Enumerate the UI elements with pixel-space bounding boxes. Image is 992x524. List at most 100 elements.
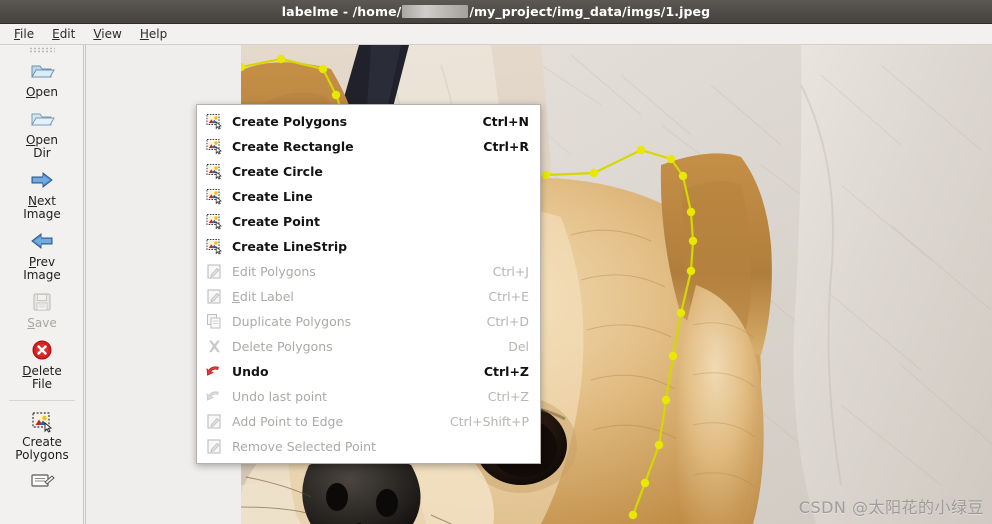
polygon-vertex[interactable] [318,64,328,74]
context-menu-shortcut: Ctrl+E [488,289,529,304]
menu-view[interactable]: View [85,25,129,44]
create-shape-icon [206,163,223,180]
context-menu-item-create-circle[interactable]: Create Circle [197,159,540,184]
arrow-left-icon [29,228,55,254]
polygon-vertex[interactable] [541,170,551,180]
context-menu-item-create-point[interactable]: Create Point [197,209,540,234]
context-menu-item-undo-last-point[interactable]: Undo last point Ctrl+Z [197,384,540,409]
create-shape-icon [206,238,223,255]
polygon-vertex[interactable] [628,510,638,520]
toolbar-label-save: Save [27,316,57,330]
context-menu-item-add-point-to-edge[interactable]: Add Point to Edge Ctrl+Shift+P [197,409,540,434]
polygon-vertex[interactable] [688,236,698,246]
toolbar-item-open[interactable]: Open [0,55,83,103]
menu-help[interactable]: Help [132,25,175,44]
context-menu-item-create-linestrip[interactable]: Create LineStrip [197,234,540,259]
context-menu-shortcut: Ctrl+R [483,139,529,154]
polygon-vertex[interactable] [636,145,646,155]
context-menu-shortcut: Ctrl+Z [487,389,529,404]
floppy-disk-icon [29,289,55,315]
toolbar-label-open: Open [25,85,59,99]
toolbar-item-delete-file[interactable]: Delete File [0,334,83,395]
context-menu-item-duplicate-polygons[interactable]: Duplicate Polygons Ctrl+D [197,309,540,334]
context-menu-item-create-polygons[interactable]: Create Polygons Ctrl+N [197,109,540,134]
context-menu-item-edit-polygons[interactable]: Edit Polygons Ctrl+J [197,259,540,284]
duplicate-icon [206,313,223,330]
context-menu-item-create-rectangle[interactable]: Create Rectangle Ctrl+R [197,134,540,159]
canvas-context-menu[interactable]: Create Polygons Ctrl+N Create Rectangle … [196,104,541,464]
polygon-vertex[interactable] [331,90,341,100]
context-menu-label: Create Point [232,214,320,229]
toolbar-item-create-polygons[interactable]: Create Polygons [0,405,83,466]
undo-arrow-icon [206,363,223,380]
create-shape-icon [206,188,223,205]
polygon-vertex[interactable] [678,171,688,181]
polygon-vertex[interactable] [686,266,696,276]
context-menu-label: Duplicate Polygons [232,314,352,329]
context-menu-label: Create LineStrip [232,239,348,254]
edit-pencil-icon [206,413,223,430]
toolbar-item-prev-image[interactable]: Prev Image [0,225,83,286]
delete-circle-icon [29,337,55,363]
polygon-vertex[interactable] [676,308,686,318]
open-folder-icon [29,58,55,84]
context-menu-label: Remove Selected Point [232,439,376,454]
polygon-vertex[interactable] [241,62,246,72]
toolbar-drag-handle[interactable] [28,47,55,53]
context-menu-label: Undo [232,364,269,379]
polygon-vertex[interactable] [640,478,650,488]
toolbar-item-edit-polygons[interactable] [0,466,83,501]
context-menu-label: Create Rectangle [232,139,354,154]
edit-pencil-icon [206,288,223,305]
left-toolbar: Open Open Dir Next Image Prev Image Save… [0,45,84,524]
context-menu-shortcut: Ctrl+N [482,114,529,129]
create-polygons-icon [29,408,55,434]
polygon-vertex[interactable] [666,154,676,164]
toolbar-label-create-polygons: Create Polygons [15,435,69,462]
toolbar-item-open-dir[interactable]: Open Dir [0,103,83,164]
menu-bar: File Edit View Help [0,24,992,45]
open-folder-dir-icon [29,106,55,132]
window-titlebar: labelme - /home/ /my_project/img_data/im… [0,0,992,24]
polygon-vertex[interactable] [654,440,664,450]
context-menu-item-edit-label[interactable]: Edit Label Ctrl+E [197,284,540,309]
context-menu-item-delete-polygons[interactable]: Delete Polygons Del [197,334,540,359]
context-menu-label: Add Point to Edge [232,414,344,429]
context-menu-label: Delete Polygons [232,339,333,354]
toolbar-separator [8,400,75,401]
menu-file[interactable]: File [6,25,42,44]
polygon-vertex[interactable] [661,395,671,405]
context-menu-item-remove-selected-point[interactable]: Remove Selected Point [197,434,540,459]
context-menu-label: Create Line [232,189,313,204]
undo-arrow-icon [206,388,223,405]
redacted-username [402,5,469,18]
toolbar-label-prev-image: Prev Image [23,255,61,282]
context-menu-label: Undo last point [232,389,328,404]
context-menu-label: Edit Label [232,289,294,304]
create-shape-icon [206,138,223,155]
polygon-vertex[interactable] [686,207,696,217]
window-title: labelme - /home/ /my_project/img_data/im… [282,4,710,19]
context-menu-item-create-line[interactable]: Create Line [197,184,540,209]
create-shape-icon [206,113,223,130]
edit-pencil-icon [206,438,223,455]
menu-edit[interactable]: Edit [44,25,83,44]
labelme-window: labelme - /home/ /my_project/img_data/im… [0,0,992,524]
create-shape-icon [206,213,223,230]
edit-polygons-icon [29,469,55,495]
delete-x-icon [206,338,223,355]
toolbar-item-save[interactable]: Save [0,286,83,334]
context-menu-shortcut: Ctrl+D [486,314,529,329]
toolbar-label-open-dir: Open Dir [25,133,59,160]
context-menu-shortcut: Ctrl+J [492,264,529,279]
window-title-suffix: /my_project/img_data/imgs/1.jpeg [469,4,711,19]
context-menu-shortcut: Ctrl+Z [483,364,529,379]
polygon-vertex[interactable] [589,168,599,178]
toolbar-item-next-image[interactable]: Next Image [0,164,83,225]
toolbar-label-next-image: Next Image [23,194,61,221]
polygon-vertex[interactable] [668,351,678,361]
context-menu-label: Create Polygons [232,114,348,129]
context-menu-label: Edit Polygons [232,264,316,279]
polygon-vertex[interactable] [276,54,286,64]
context-menu-item-undo[interactable]: Undo Ctrl+Z [197,359,540,384]
